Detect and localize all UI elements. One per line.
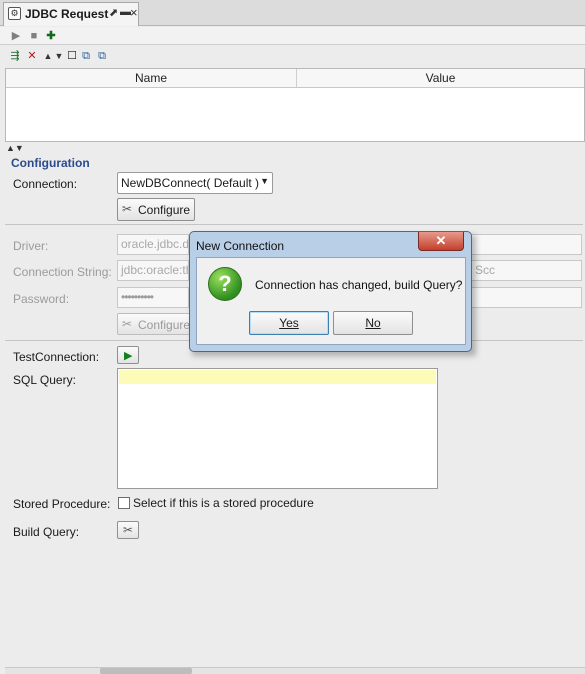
add-run-icon[interactable]: ✚ <box>44 29 58 43</box>
column-header-value[interactable]: Value <box>297 69 584 88</box>
tools-icon: ✂ <box>123 523 134 537</box>
new-connection-dialog: New Connection ✕ ? Connection has change… <box>189 231 472 352</box>
scrollbar-thumb[interactable] <box>100 668 192 674</box>
divider <box>5 224 583 225</box>
connection-string-field-tail[interactable]: Scc <box>471 260 582 281</box>
paste-icon[interactable]: ⧉ <box>95 49 109 63</box>
connection-value: NewDBConnect( Default ) <box>121 176 260 190</box>
toggle-icon[interactable]: ☐ <box>65 49 79 63</box>
driver-field-tail[interactable] <box>471 234 582 255</box>
pin-icon[interactable]: ⬈ <box>109 6 118 19</box>
tab-jdbc-request[interactable]: ⚙ JDBC Request ⬈ ▬ × <box>3 2 139 26</box>
add-property-icon[interactable]: ⇶ <box>8 49 22 63</box>
driver-label: Driver: <box>13 239 49 253</box>
configure-button-label: Configure <box>138 203 191 217</box>
password-label: Password: <box>13 292 70 306</box>
password-field[interactable]: •••••••••• <box>117 287 189 308</box>
dialog-close-button[interactable]: ✕ <box>418 232 464 251</box>
configure-driver-button-label: Configure <box>138 318 191 332</box>
horizontal-scrollbar[interactable] <box>5 667 585 674</box>
yes-button-label: Yes <box>279 316 299 330</box>
build-query-button[interactable]: ✂ <box>117 521 139 539</box>
dialog-body: ? Connection has changed, build Query? Y… <box>196 257 466 345</box>
stored-procedure-checkbox[interactable] <box>118 497 130 509</box>
password-field-tail[interactable] <box>471 287 582 308</box>
copy-icon[interactable]: ⧉ <box>79 49 93 63</box>
configure-button[interactable]: ✂ Configure <box>117 198 195 221</box>
sql-query-label: SQL Query: <box>13 373 76 387</box>
column-header-name[interactable]: Name <box>6 69 297 88</box>
connection-string-label: Connection String: <box>13 265 112 279</box>
tools-icon: ✂ <box>122 317 133 331</box>
configure-driver-button[interactable]: ✂ Configure <box>117 313 191 335</box>
collapse-toggle-icon[interactable]: ▲▼ <box>6 143 24 153</box>
sql-query-editor[interactable] <box>117 368 438 489</box>
connection-label: Connection: <box>13 177 78 191</box>
stop-icon[interactable]: ■ <box>27 29 41 43</box>
jdbc-icon: ⚙ <box>8 7 21 20</box>
yes-button[interactable]: Yes <box>249 311 329 335</box>
request-toolbar: ▶ ■ ✚ <box>0 27 585 45</box>
no-button-label: No <box>365 316 381 330</box>
tab-close-icon[interactable]: × <box>130 5 138 20</box>
stored-procedure-label: Stored Procedure: <box>13 497 111 511</box>
play-icon: ▶ <box>124 350 133 362</box>
current-line-highlight <box>119 370 436 384</box>
no-button[interactable]: No <box>333 311 413 335</box>
question-icon: ? <box>208 267 242 301</box>
test-connection-label: TestConnection: <box>13 350 100 364</box>
property-table[interactable]: Name Value <box>5 68 585 142</box>
tools-icon: ✂ <box>122 202 133 216</box>
remove-property-icon[interactable]: ✕ <box>25 49 39 63</box>
section-title: Configuration <box>11 156 90 170</box>
build-query-label: Build Query: <box>13 525 80 539</box>
dialog-message: Connection has changed, build Query? <box>255 278 463 292</box>
run-icon[interactable]: ▶ <box>9 29 23 43</box>
connection-select[interactable]: NewDBConnect( Default ) ▼ <box>117 172 273 194</box>
move-down-icon[interactable]: ▼ <box>52 49 66 63</box>
test-connection-button[interactable]: ▶ <box>117 346 139 364</box>
property-toolbar: ⇶ ✕ ▲ ▼ ☐ ⧉ ⧉ <box>5 47 585 65</box>
dialog-title: New Connection <box>196 239 285 253</box>
stored-procedure-checkbox-label[interactable]: Select if this is a stored procedure <box>133 496 314 510</box>
chevron-down-icon: ▼ <box>260 176 269 186</box>
driver-field[interactable]: oracle.jdbc.d <box>117 234 189 255</box>
connection-string-field[interactable]: jdbc:oracle:th <box>117 260 189 281</box>
tab-title: JDBC Request <box>25 7 109 21</box>
